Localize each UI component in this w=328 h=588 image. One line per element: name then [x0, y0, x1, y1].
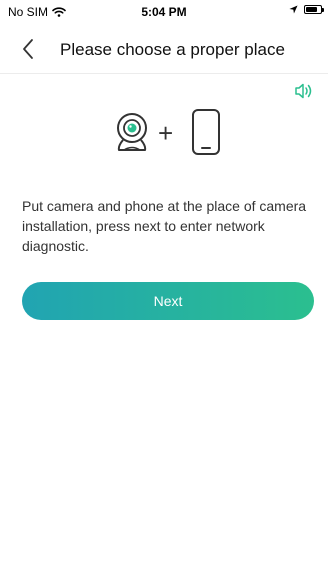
camera-icon: [117, 113, 147, 151]
page-title: Please choose a proper place: [60, 40, 285, 59]
nav-bar: Please choose a proper place: [0, 24, 328, 74]
instructions-text: Put camera and phone at the place of cam…: [22, 198, 307, 254]
battery-icon: [304, 5, 324, 14]
status-bar: No SIM 5:04 PM: [0, 0, 328, 22]
illustration: +: [0, 108, 328, 168]
next-button[interactable]: Next: [22, 282, 314, 320]
speaker-button[interactable]: [294, 82, 314, 100]
phone-icon: [192, 109, 220, 155]
location-arrow-icon: [289, 5, 298, 14]
chevron-left-icon: [23, 39, 33, 59]
plus-sign: +: [158, 118, 174, 148]
speaker-icon: [295, 83, 312, 99]
status-time: 5:04 PM: [141, 5, 187, 19]
back-button[interactable]: [18, 36, 40, 62]
status-right: [289, 5, 324, 14]
